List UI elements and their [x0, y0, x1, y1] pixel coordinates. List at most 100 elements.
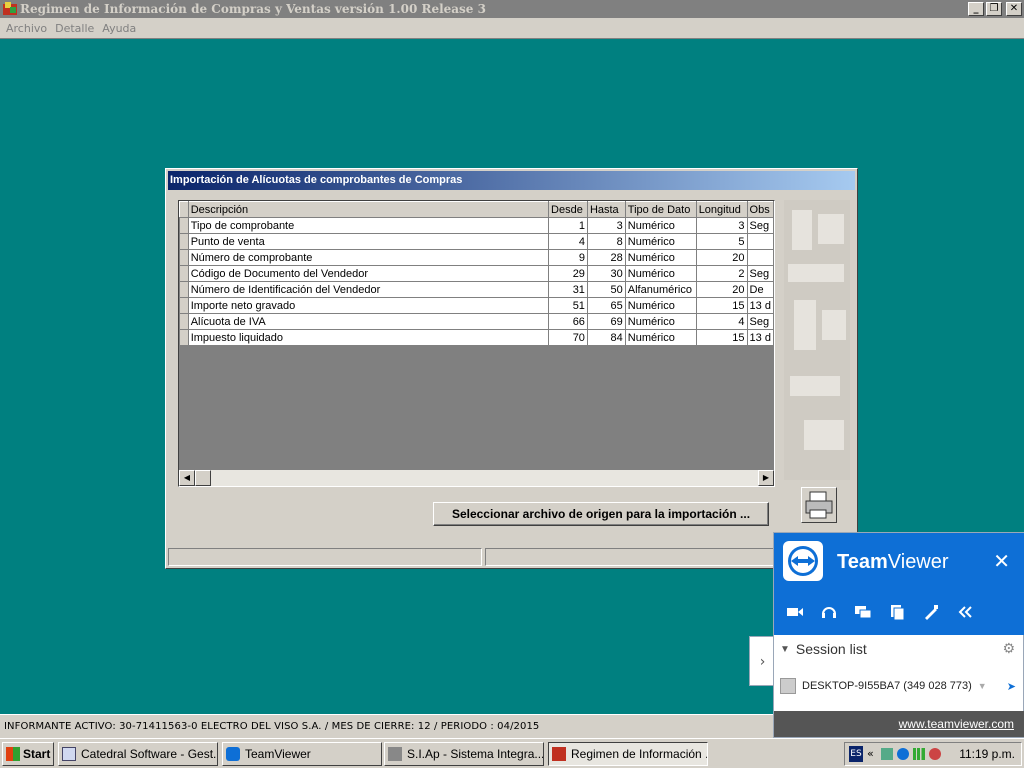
column-header-desde[interactable]: Desde [548, 201, 588, 218]
signal-icon[interactable] [913, 748, 925, 760]
cell-tipo: Numérico [624, 265, 697, 282]
active-informant-status: INFORMANTE ACTIVO: 30-71411563-0 ELECTRO… [4, 721, 540, 732]
scroll-right-icon[interactable]: ▶ [758, 470, 774, 486]
computer-avatar-icon [780, 678, 796, 694]
table-row[interactable]: Tipo de comprobante 1 3 Numérico 3 Seg [179, 217, 774, 234]
cell-tipo: Numérico [624, 249, 697, 266]
dropdown-icon[interactable]: ▼ [978, 681, 987, 691]
table-row[interactable]: Código de Documento del Vendedor 29 30 N… [179, 265, 774, 282]
cell-tipo: Numérico [624, 297, 697, 314]
taskbar: Start Catedral Software - Gest... TeamVi… [0, 738, 1024, 768]
teamviewer-brand: TeamViewer [837, 551, 949, 573]
column-header-hasta[interactable]: Hasta [586, 201, 626, 218]
cell-longitud: 20 [695, 249, 748, 266]
app-title-bar[interactable]: Regimen de Información de Compras y Vent… [0, 0, 1024, 18]
teamviewer-tray-icon[interactable] [897, 748, 909, 760]
teamviewer-close-button[interactable]: ✕ [993, 549, 1010, 573]
taskbar-item-regimen[interactable]: Regimen de Información ... [548, 742, 708, 766]
windows-flag-icon [6, 747, 20, 761]
column-header-longitud[interactable]: Longitud [695, 201, 748, 218]
restore-button[interactable]: ❐ [986, 2, 1002, 16]
video-icon[interactable] [786, 603, 804, 621]
cell-longitud: 4 [695, 313, 748, 330]
scroll-left-icon[interactable]: ◀ [179, 470, 195, 486]
row-indicator [179, 217, 189, 234]
table-row[interactable]: Importe neto gravado 51 65 Numérico 15 1… [179, 297, 774, 314]
table-row[interactable]: Número de comprobante 9 28 Numérico 20 [179, 249, 774, 266]
connect-cursor-icon[interactable]: ➤ [1007, 680, 1016, 693]
headset-icon[interactable] [820, 603, 838, 621]
cell-descripcion: Importe neto gravado [187, 297, 550, 314]
print-button[interactable] [801, 487, 837, 523]
minimize-button[interactable]: _ [968, 2, 984, 16]
column-header-descripcion[interactable]: Descripción [187, 201, 550, 218]
column-header-obs[interactable]: Obs [746, 201, 774, 218]
close-button[interactable]: ✕ [1006, 2, 1022, 16]
gear-icon[interactable]: ⚙ [1002, 641, 1015, 657]
session-list-label: Session list [795, 641, 867, 657]
app-icon [3, 2, 17, 15]
taskbar-item-catedral[interactable]: Catedral Software - Gest... [58, 742, 218, 766]
row-indicator-header [179, 201, 189, 218]
cell-obs: 13 d [746, 297, 774, 314]
whiteboard-icon[interactable] [922, 603, 940, 621]
files-icon[interactable] [888, 603, 906, 621]
table-header-row: Descripción Desde Hasta Tipo de Dato Lon… [179, 201, 774, 218]
cell-descripcion: Código de Documento del Vendedor [187, 265, 550, 282]
cell-obs: Seg [746, 217, 774, 234]
table-row[interactable]: Alícuota de IVA 66 69 Numérico 4 Seg [179, 313, 774, 330]
table-row[interactable]: Impuesto liquidado 70 84 Numérico 15 13 … [179, 329, 774, 346]
network-icon[interactable] [881, 748, 893, 760]
cell-hasta: 84 [586, 329, 626, 346]
fields-table: Descripción Desde Hasta Tipo de Dato Lon… [179, 201, 774, 346]
session-list-header[interactable]: ▼ Session list [780, 641, 867, 657]
start-label: Start [23, 747, 51, 761]
cell-descripcion: Tipo de comprobante [187, 217, 550, 234]
session-item[interactable]: DESKTOP-9I55BA7 (349 028 773) ▼ ➤ [780, 676, 1016, 696]
column-header-tipo-de-dato[interactable]: Tipo de Dato [624, 201, 697, 218]
cell-desde: 1 [548, 217, 588, 234]
cell-descripcion: Punto de venta [187, 233, 550, 250]
teamviewer-website-link[interactable]: www.teamviewer.com [899, 717, 1014, 731]
taskbar-item-label: S.I.Ap - Sistema Integra... [407, 747, 544, 761]
menu-ayuda[interactable]: Ayuda [98, 22, 140, 35]
cell-obs: Seg [746, 313, 774, 330]
language-indicator[interactable]: ES [849, 746, 863, 762]
row-indicator [179, 265, 189, 282]
teamviewer-icon [226, 747, 240, 761]
expand-panel-icon[interactable]: › [749, 636, 775, 686]
cell-descripcion: Alícuota de IVA [187, 313, 550, 330]
cell-hasta: 30 [586, 265, 626, 282]
chat-icon[interactable] [854, 603, 872, 621]
scrollbar-thumb[interactable] [195, 470, 211, 486]
tray-expand-icon[interactable]: « [867, 747, 874, 760]
regimen-icon [552, 747, 566, 761]
catedral-icon [62, 747, 76, 761]
volume-icon[interactable] [929, 748, 941, 760]
cell-longitud: 15 [695, 329, 748, 346]
collapse-icon[interactable] [956, 603, 974, 621]
cell-descripcion: Impuesto liquidado [187, 329, 550, 346]
cell-descripcion: Número de comprobante [187, 249, 550, 266]
table-row[interactable]: Número de Identificación del Vendedor 31… [179, 281, 774, 298]
status-pane-left [168, 548, 482, 566]
menu-detalle[interactable]: Detalle [51, 22, 98, 35]
cell-desde: 31 [548, 281, 588, 298]
cell-longitud: 2 [695, 265, 748, 282]
fields-grid[interactable]: Descripción Desde Hasta Tipo de Dato Lon… [178, 200, 775, 487]
teamviewer-header: TeamViewer ✕ [774, 533, 1024, 635]
clock[interactable]: 11:19 p.m. [959, 747, 1015, 761]
start-button[interactable]: Start [2, 742, 54, 766]
taskbar-item-label: Regimen de Información ... [571, 747, 708, 761]
cell-tipo: Numérico [624, 217, 697, 234]
afip-logo-watermark [784, 200, 850, 480]
taskbar-item-teamviewer[interactable]: TeamViewer [222, 742, 382, 766]
menu-archivo[interactable]: Archivo [2, 22, 51, 35]
cell-hasta: 65 [586, 297, 626, 314]
dialog-title[interactable]: Importación de Alícuotas de comprobantes… [168, 171, 855, 190]
table-row[interactable]: Punto de venta 4 8 Numérico 5 [179, 233, 774, 250]
row-indicator [179, 297, 189, 314]
select-source-file-button[interactable]: Seleccionar archivo de origen para la im… [433, 502, 769, 526]
taskbar-item-siap[interactable]: S.I.Ap - Sistema Integra... [384, 742, 544, 766]
horizontal-scrollbar[interactable]: ◀ ▶ [179, 470, 774, 486]
